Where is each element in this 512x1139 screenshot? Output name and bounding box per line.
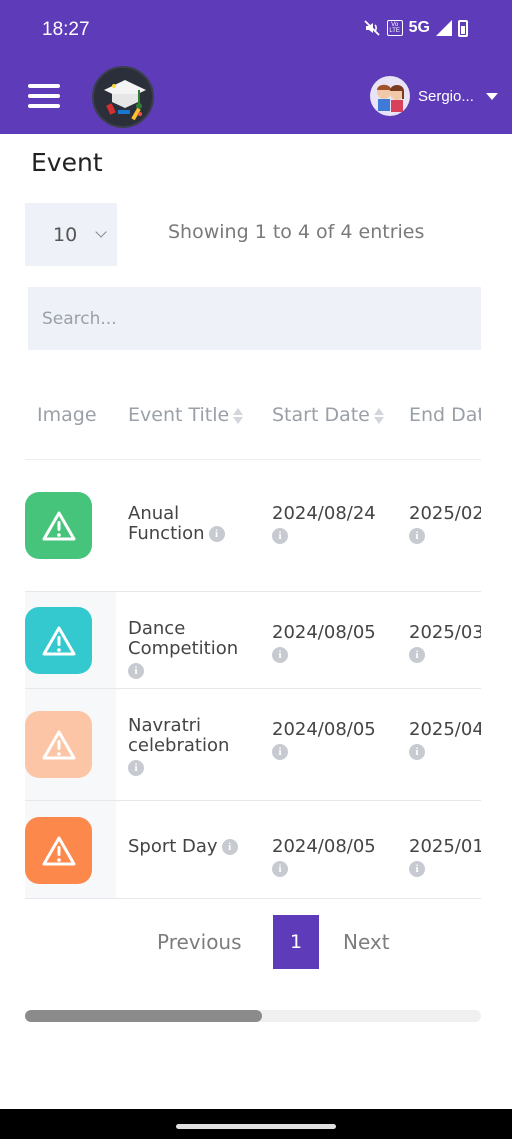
user-menu[interactable]: Sergio... <box>370 76 498 116</box>
info-icon[interactable]: i <box>272 528 288 544</box>
table-row: Navratri celebration i 2024/08/05 i 2025/04 i <box>25 689 481 801</box>
event-title-cell: Sport Day i <box>128 837 258 857</box>
status-time: 18:27 <box>42 19 90 40</box>
table-row: Dance Competition i 2024/08/05 i 2025/03 i <box>25 592 481 689</box>
info-icon[interactable]: i <box>409 861 425 877</box>
event-image-warning-icon[interactable] <box>25 711 92 778</box>
event-title-cell: Navratri celebration i <box>128 716 258 776</box>
home-gesture-handle[interactable] <box>176 1124 336 1129</box>
end-date: 2025/02 <box>409 503 481 524</box>
mute-icon <box>364 20 380 36</box>
page-length-select[interactable]: 10 <box>25 203 117 266</box>
end-date-cell: 2025/02 i <box>409 503 481 544</box>
event-title: Sport Day <box>128 836 218 857</box>
start-date: 2024/08/05 <box>272 719 376 740</box>
horizontal-scrollbar[interactable] <box>25 1010 481 1022</box>
info-icon[interactable]: i <box>128 663 144 679</box>
signal-icon <box>436 20 452 36</box>
next-page-button[interactable]: Next <box>343 930 390 954</box>
scrollbar-thumb[interactable] <box>25 1010 263 1022</box>
start-date: 2024/08/05 <box>272 836 376 857</box>
start-date-cell: 2024/08/05 i <box>272 622 376 663</box>
page-title: Event <box>31 148 103 177</box>
events-table: Image Event Title Start Date End Date An… <box>25 376 481 901</box>
sort-icon <box>233 407 244 425</box>
pagination: Previous 1 Next <box>0 915 512 969</box>
end-date-cell: 2025/04 i <box>409 719 481 760</box>
event-title-cell: Dance Competition i <box>128 619 258 679</box>
table-header: Image Event Title Start Date End Date <box>25 376 481 460</box>
status-bar: 18:27 Vo LTE 5G <box>0 0 512 58</box>
school-logo[interactable] <box>92 66 154 128</box>
table-row: Sport Day i 2024/08/05 i 2025/01 i <box>25 801 481 899</box>
column-header-start-date[interactable]: Start Date <box>272 404 384 426</box>
previous-page-button[interactable]: Previous <box>157 930 242 954</box>
column-header-end-date[interactable]: End Date <box>409 404 481 426</box>
system-navigation-bar <box>0 1109 512 1139</box>
search-input[interactable] <box>28 287 481 350</box>
end-date: 2025/04 <box>409 719 481 740</box>
info-icon[interactable]: i <box>128 760 144 776</box>
table-row: Anual Function i 2024/08/24 i 2025/02 i <box>25 460 481 592</box>
volte-icon: Vo LTE <box>386 20 403 36</box>
info-icon[interactable]: i <box>409 647 425 663</box>
hamburger-menu-icon[interactable] <box>28 84 60 108</box>
battery-icon <box>458 19 468 37</box>
start-date: 2024/08/05 <box>272 622 376 643</box>
info-icon[interactable]: i <box>272 861 288 877</box>
event-title: Dance Competition <box>128 618 239 659</box>
sort-icon <box>373 407 384 425</box>
image-cell <box>25 689 116 800</box>
info-icon[interactable]: i <box>272 647 288 663</box>
image-cell <box>25 801 116 898</box>
page-1-button[interactable]: 1 <box>273 915 319 969</box>
info-icon[interactable]: i <box>272 744 288 760</box>
image-cell <box>25 592 116 688</box>
event-title-cell: Anual Function i <box>128 504 258 544</box>
info-icon[interactable]: i <box>221 839 238 855</box>
end-date-cell: 2025/01 i <box>409 836 481 877</box>
event-title: Anual Function <box>128 503 205 544</box>
user-name: Sergio... <box>418 87 474 105</box>
column-header-event-title[interactable]: Event Title <box>128 404 244 426</box>
image-cell <box>25 460 116 591</box>
end-date: 2025/03 <box>409 622 481 643</box>
start-date-cell: 2024/08/05 i <box>272 836 376 877</box>
info-icon[interactable]: i <box>208 526 225 542</box>
status-icons: Vo LTE 5G <box>363 19 468 37</box>
end-date: 2025/01 <box>409 836 481 857</box>
end-date-cell: 2025/03 i <box>409 622 481 663</box>
start-date-cell: 2024/08/24 i <box>272 503 376 544</box>
event-image-warning-icon[interactable] <box>25 607 92 674</box>
event-image-warning-icon[interactable] <box>25 817 92 884</box>
column-header-image: Image <box>37 404 97 426</box>
start-date: 2024/08/24 <box>272 503 376 524</box>
info-icon[interactable]: i <box>409 528 425 544</box>
network-type: 5G <box>408 19 430 36</box>
start-date-cell: 2024/08/05 i <box>272 719 376 760</box>
event-image-warning-icon[interactable] <box>25 492 92 559</box>
info-icon[interactable]: i <box>409 744 425 760</box>
app-bar: Sergio... <box>0 58 512 134</box>
page-length-value: 10 <box>53 223 78 246</box>
event-title: Navratri celebration <box>128 715 230 756</box>
user-avatar <box>370 76 410 116</box>
caret-down-icon <box>486 92 498 100</box>
entries-info: Showing 1 to 4 of 4 entries <box>168 221 425 243</box>
chevron-down-icon <box>95 226 107 238</box>
